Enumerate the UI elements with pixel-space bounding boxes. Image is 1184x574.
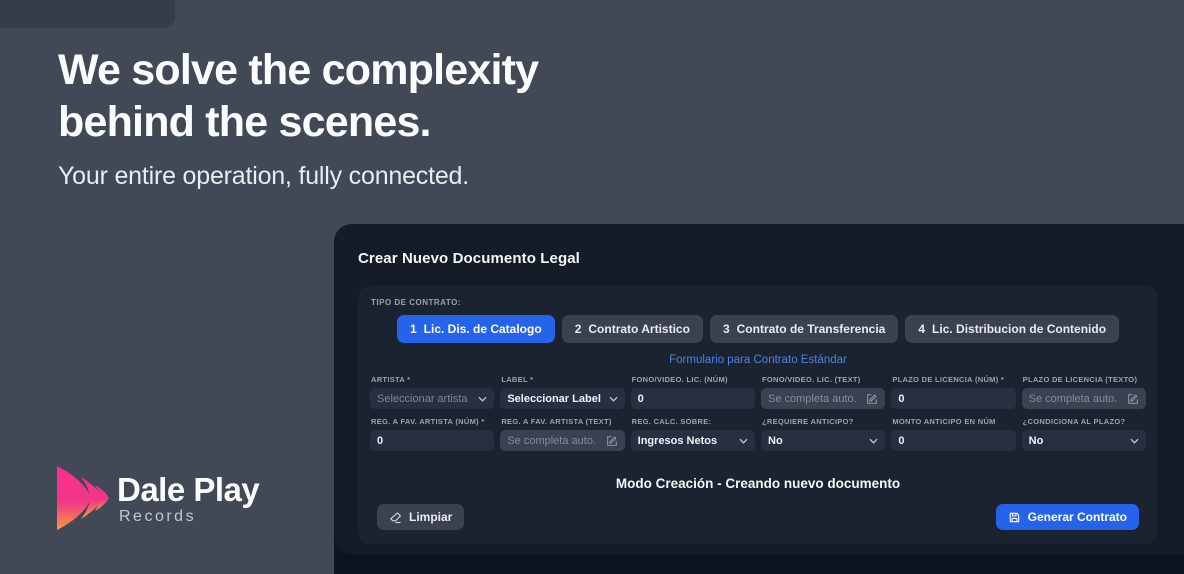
brand-text: Dale Play Records xyxy=(117,466,259,526)
field-reg-calc-sobre: REG. CALC. SOBRE: Ingresos Netos xyxy=(631,417,755,451)
chevron-down-icon xyxy=(869,438,878,444)
contract-type-tabs: 1 Lic. Dis. de Catalogo 2 Contrato Artis… xyxy=(368,315,1148,343)
edit-icon xyxy=(1127,393,1139,405)
panel-title: Crear Nuevo Documento Legal xyxy=(358,250,1184,267)
tab-lic-dis-catalogo[interactable]: 1 Lic. Dis. de Catalogo xyxy=(397,315,555,343)
edit-icon xyxy=(866,393,878,405)
field-monto-anticipo: MONTO ANTICIPO EN NÚM 0 xyxy=(891,417,1015,451)
select-value: Ingresos Netos xyxy=(638,435,717,447)
page-background: We solve the complexitybehind the scenes… xyxy=(0,0,1184,574)
edit-icon xyxy=(606,435,618,447)
tab-lic-distribucion-contenido[interactable]: 4 Lic. Distribucion de Contenido xyxy=(905,315,1119,343)
legal-document-panel: Crear Nuevo Documento Legal TIPO DE CONT… xyxy=(334,224,1184,554)
form-actions: Limpiar Generar Contrato xyxy=(368,504,1148,530)
clear-button[interactable]: Limpiar xyxy=(377,504,464,530)
hero-title: We solve the complexitybehind the scenes… xyxy=(58,44,538,148)
generate-contract-button[interactable]: Generar Contrato xyxy=(996,504,1139,530)
brand-name: Dale Play xyxy=(117,474,259,506)
tab-contrato-artistico[interactable]: 2 Contrato Artistico xyxy=(562,315,703,343)
field-fono-video-lic-num: FONO/VIDEO. LIC. (NÚM) 0 xyxy=(631,375,755,409)
fono-video-lic-text-input: Se completa auto. xyxy=(761,388,885,409)
contract-form-card: TIPO DE CONTRATO: 1 Lic. Dis. de Catalog… xyxy=(358,286,1158,544)
field-label: LABEL * xyxy=(501,375,624,384)
chevron-down-icon xyxy=(478,396,487,402)
top-left-notch xyxy=(0,0,175,28)
field-label: ¿REQUIERE ANTICIPO? xyxy=(762,417,885,426)
field-reg-fav-artista-num: REG. A FAV. ARTISTA (NÚM) * 0 xyxy=(370,417,494,451)
generate-button-label: Generar Contrato xyxy=(1028,510,1127,524)
field-artista: ARTISTA * Seleccionar artista xyxy=(370,375,494,409)
eraser-icon xyxy=(389,511,402,524)
field-label: FONO/VIDEO. LIC. (NÚM) xyxy=(632,375,755,384)
reg-fav-artista-text-input: Se completa auto. xyxy=(500,430,624,451)
tab-label: Contrato de Transferencia xyxy=(737,322,886,336)
fono-video-lic-num-input[interactable]: 0 xyxy=(631,388,755,409)
mode-status: Modo Creación - Creando nuevo documento xyxy=(368,476,1148,491)
save-icon xyxy=(1008,511,1021,524)
chevron-down-icon xyxy=(1130,438,1139,444)
field-plazo-licencia-num: PLAZO DE LICENCIA (NÚM) * 0 xyxy=(891,375,1015,409)
field-label: ¿CONDICIONA AL PLAZO? xyxy=(1023,417,1146,426)
field-label: PLAZO DE LICENCIA (TEXTO) xyxy=(1023,375,1146,384)
field-reg-fav-artista-text: REG. A FAV. ARTISTA (TEXT) Se completa a… xyxy=(500,417,624,451)
select-value: Seleccionar Label xyxy=(507,393,601,405)
field-label: REG. CALC. SOBRE: xyxy=(632,417,755,426)
field-plazo-licencia-texto: PLAZO DE LICENCIA (TEXTO) Se completa au… xyxy=(1022,375,1146,409)
label-select[interactable]: Seleccionar Label xyxy=(500,388,624,409)
form-title: Formulario para Contrato Estándar xyxy=(368,354,1148,366)
tab-label: Contrato Artistico xyxy=(588,322,690,336)
input-value: 0 xyxy=(898,393,904,405)
contract-type-label: TIPO DE CONTRATO: xyxy=(371,298,1148,307)
plazo-licencia-texto-input: Se completa auto. xyxy=(1022,388,1146,409)
app-backdrop: Crear Nuevo Documento Legal TIPO DE CONT… xyxy=(334,224,1184,574)
contract-form-grid: ARTISTA * Seleccionar artista LABEL * Se… xyxy=(370,375,1146,451)
field-condiciona-plazo: ¿CONDICIONA AL PLAZO? No xyxy=(1022,417,1146,451)
field-label: FONO/VIDEO. LIC. (TEXT) xyxy=(762,375,885,384)
input-value: 0 xyxy=(638,393,644,405)
artista-select[interactable]: Seleccionar artista xyxy=(370,388,494,409)
field-label: MONTO ANTICIPO EN NÚM xyxy=(892,417,1015,426)
input-placeholder: Se completa auto. xyxy=(1029,393,1118,405)
requiere-anticipo-select[interactable]: No xyxy=(761,430,885,451)
input-placeholder: Se completa auto. xyxy=(507,435,596,447)
field-label: LABEL * Seleccionar Label xyxy=(500,375,624,409)
select-value: No xyxy=(1029,435,1044,447)
hero-title-line1: We solve the complexity xyxy=(58,46,538,94)
plazo-licencia-num-input[interactable]: 0 xyxy=(891,388,1015,409)
chevron-down-icon xyxy=(609,396,618,402)
reg-calc-sobre-select[interactable]: Ingresos Netos xyxy=(631,430,755,451)
field-label: REG. A FAV. ARTISTA (TEXT) xyxy=(501,417,624,426)
hero-section: We solve the complexitybehind the scenes… xyxy=(58,44,538,191)
input-value: 0 xyxy=(377,435,383,447)
field-fono-video-lic-text: FONO/VIDEO. LIC. (TEXT) Se completa auto… xyxy=(761,375,885,409)
brand-logo: Dale Play Records xyxy=(57,466,259,530)
reg-fav-artista-num-input[interactable]: 0 xyxy=(370,430,494,451)
play-sails-icon xyxy=(57,466,109,530)
field-label: ARTISTA * xyxy=(371,375,494,384)
tab-label: Lic. Dis. de Catalogo xyxy=(424,322,542,336)
tab-number: 1 xyxy=(410,322,417,336)
hero-title-line2: behind the scenes. xyxy=(58,98,431,146)
field-requiere-anticipo: ¿REQUIERE ANTICIPO? No xyxy=(761,417,885,451)
select-value: Seleccionar artista xyxy=(377,393,468,405)
tab-label: Lic. Distribucion de Contenido xyxy=(932,322,1106,336)
tab-contrato-transferencia[interactable]: 3 Contrato de Transferencia xyxy=(710,315,898,343)
monto-anticipo-input[interactable]: 0 xyxy=(891,430,1015,451)
condiciona-plazo-select[interactable]: No xyxy=(1022,430,1146,451)
brand-subname: Records xyxy=(119,508,259,526)
input-placeholder: Se completa auto. xyxy=(768,393,857,405)
tab-number: 2 xyxy=(575,322,582,336)
tab-number: 4 xyxy=(918,322,925,336)
field-label: PLAZO DE LICENCIA (NÚM) * xyxy=(892,375,1015,384)
select-value: No xyxy=(768,435,783,447)
hero-subtitle: Your entire operation, fully connected. xyxy=(58,162,538,191)
chevron-down-icon xyxy=(739,438,748,444)
field-label: REG. A FAV. ARTISTA (NÚM) * xyxy=(371,417,494,426)
tab-number: 3 xyxy=(723,322,730,336)
input-value: 0 xyxy=(898,435,904,447)
clear-button-label: Limpiar xyxy=(409,510,452,524)
